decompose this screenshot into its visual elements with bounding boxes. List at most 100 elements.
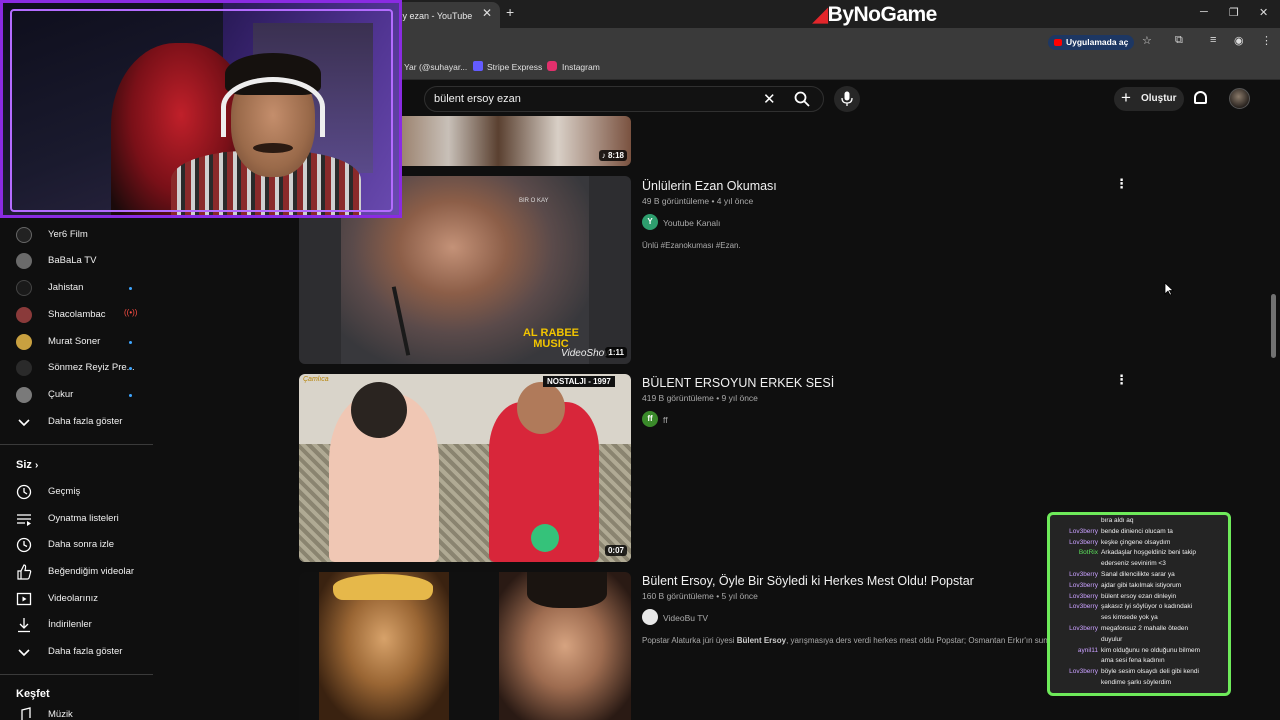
channel-name[interactable]: ff — [663, 415, 668, 425]
more-actions-icon[interactable]: ⋮ — [1115, 372, 1128, 388]
live-icon: ((•)) — [124, 308, 138, 317]
channel-avatar-icon — [16, 280, 32, 296]
video-title[interactable]: Ünlülerin Ezan Okuması — [642, 179, 777, 193]
page-scrollbar[interactable] — [1271, 294, 1276, 358]
sidebar-item-history[interactable]: Geçmiş — [16, 483, 156, 503]
your-videos-icon — [16, 592, 32, 606]
download-icon — [18, 618, 30, 633]
channel-avatar[interactable] — [642, 609, 658, 625]
chat-message: bıra aldı aq — [1050, 517, 1228, 525]
you-section-heading[interactable]: Siz › — [16, 459, 38, 471]
bookmark-star-icon[interactable]: ☆ — [1142, 34, 1152, 47]
al-rabee-logo: AL RABEE MUSIC — [522, 327, 580, 350]
video-thumbnail[interactable]: Çamlıca NOSTALJI - 1997 0:07 — [299, 374, 631, 562]
like-icon — [17, 564, 32, 580]
sidebar-item-your-videos[interactable]: Videolarınız — [16, 590, 156, 610]
browser-menu-icon[interactable]: ⋮ — [1261, 34, 1272, 47]
new-content-dot — [129, 367, 132, 370]
sidebar-item-shacolambac[interactable]: Shacolambac ((•)) — [16, 306, 156, 326]
video-thumbnail[interactable] — [299, 572, 631, 720]
tab-close-icon[interactable]: ✕ — [482, 6, 492, 20]
close-window-icon[interactable]: ✕ — [1259, 6, 1268, 19]
restore-icon[interactable]: ❐ — [1229, 6, 1239, 19]
channel-name[interactable]: VideoBu TV — [663, 613, 708, 623]
plus-icon: + — [1121, 88, 1131, 107]
sidebar-item-yer6-film[interactable]: Yer6 Film — [16, 226, 156, 246]
sidebar-item-music[interactable]: Müzik — [16, 706, 156, 720]
chat-text: kendime şarkı söylerdim — [1101, 679, 1172, 686]
chat-message: Lov3berry bende dinienci olucam ta — [1050, 528, 1228, 536]
sidebar-item-sonmez-reyiz[interactable]: Sönmez Reyiz Pre... — [16, 359, 156, 379]
bookmark-item-3[interactable]: Instagram — [562, 62, 600, 72]
minimize-icon[interactable]: ─ — [1200, 6, 1208, 18]
chat-text: duyulur — [1101, 635, 1123, 643]
sidebar-item-playlists[interactable]: Oynatma listeleri — [16, 510, 156, 530]
new-tab-icon[interactable]: + — [506, 4, 514, 20]
stripe-icon — [473, 61, 483, 71]
chat-message: duyulur — [1050, 636, 1228, 644]
chat-message: Lov3berry megafonsuz 2 mahalle öteden — [1050, 625, 1228, 633]
chat-text: bülent ersoy ezan dinleyin — [1101, 592, 1177, 600]
mouse-cursor-icon — [1164, 282, 1174, 296]
music-note-icon: ♪ — [601, 151, 606, 160]
sidebar-item-downloads[interactable]: İndirilenler — [16, 616, 156, 636]
more-actions-icon[interactable]: ⋮ — [1115, 176, 1128, 192]
media-control-icon[interactable]: ≡ — [1210, 34, 1216, 46]
duration-badge: ♪ 8:18 — [598, 150, 627, 161]
sidebar-item-label: Videolarınız — [48, 593, 98, 604]
chat-text: Sanal dilencilikte sarar ya — [1101, 571, 1175, 578]
account-avatar[interactable] — [1229, 88, 1250, 109]
chat-username: Lov3berry — [1069, 625, 1098, 632]
sidebar-item-label: Daha fazla göster — [48, 646, 123, 657]
sidebar-item-liked-videos[interactable]: Beğendiğim videolar — [16, 563, 156, 583]
notifications-bell-icon[interactable] — [1194, 91, 1207, 104]
sidebar-item-jahistan[interactable]: Jahistan — [16, 279, 156, 299]
chat-username: Lov3berry — [1069, 571, 1098, 578]
video-title[interactable]: BÜLENT ERSOYUN ERKEK SESİ — [642, 376, 834, 390]
channel-name[interactable]: Youtube Kanalı — [663, 218, 720, 228]
history-icon — [16, 484, 32, 500]
chat-message: BotRix Arkadaşlar hoşgeldiniz beni takip — [1050, 549, 1228, 557]
show-more-subscriptions-button[interactable]: Daha fazla göster — [16, 413, 156, 433]
watch-later-icon — [16, 537, 32, 553]
chat-text: ses kimsede yok ya — [1101, 614, 1158, 622]
sidebar-item-cukur[interactable]: Çukur — [16, 386, 156, 406]
overlay-caption: BIR O KAY — [519, 198, 549, 204]
show-more-you-button[interactable]: Daha fazla göster — [16, 643, 156, 663]
search-input[interactable]: bülent ersoy ezan — [434, 93, 521, 105]
chat-text: Arkadaşlar hoşgeldiniz beni takip — [1101, 549, 1197, 557]
bookmark-item-2[interactable]: Stripe Express — [487, 62, 542, 72]
sidebar-item-label: Müzik — [48, 709, 73, 720]
chat-text: bende dinienci olucam ta — [1101, 527, 1173, 535]
bookmark-item-1[interactable]: Yar (@suhayar... — [404, 62, 467, 72]
stream-chat-overlay: bıra aldı aq Lov3berry bende dinienci oluc… — [1047, 512, 1231, 696]
chat-text: ederseniz sevinirim <3 — [1101, 560, 1166, 568]
sidebar-item-watch-later[interactable]: Daha sonra izle — [16, 536, 156, 556]
channel-avatar[interactable]: Y — [642, 214, 658, 230]
video-meta: 49 B görüntüleme • 4 yıl önce — [642, 196, 754, 206]
chat-text: böyle sesim olsaydı deli gibi kendi — [1101, 668, 1199, 676]
explore-section-heading: Keşfet — [16, 688, 50, 700]
video-description: Popstar Alaturka jüri üyesi Bülent Ersoy… — [642, 636, 1047, 645]
chat-username: aynil11 — [1077, 646, 1098, 654]
chat-text: megafonsuz 2 mahalle öteden — [1101, 625, 1189, 632]
sidebar-item-babala-tv[interactable]: BaBaLa TV — [16, 252, 156, 272]
extensions-icon[interactable]: ⧉ — [1175, 34, 1183, 47]
duration-badge: 1:11 — [605, 347, 627, 358]
videoshow-watermark: VideoShow — [561, 348, 612, 359]
channel-avatar[interactable]: ff — [642, 411, 658, 427]
sidebar-item-murat-soner[interactable]: Murat Soner — [16, 333, 156, 353]
new-content-dot — [129, 341, 132, 344]
open-in-app-button[interactable]: Uygulamada aç — [1048, 35, 1135, 50]
chat-message: Lov3berry şakasız iyi söylüyor o kadındak… — [1050, 603, 1228, 611]
bynogame-mark-icon: ◢ — [812, 3, 828, 26]
chat-message: kendime şarkı söylerdim — [1050, 679, 1228, 687]
video-description: Ünlü #Ezanokuması #Ezan. — [642, 241, 741, 250]
channel-avatar-icon — [16, 227, 32, 243]
head-shape — [517, 382, 565, 434]
playlist-icon — [17, 514, 31, 526]
clear-search-icon[interactable]: ✕ — [763, 90, 776, 108]
profile-icon[interactable]: ◉ — [1234, 34, 1244, 47]
search-icon[interactable] — [794, 91, 810, 107]
video-title[interactable]: Bülent Ersoy, Öyle Bir Söyledi ki Herkes… — [642, 574, 974, 588]
